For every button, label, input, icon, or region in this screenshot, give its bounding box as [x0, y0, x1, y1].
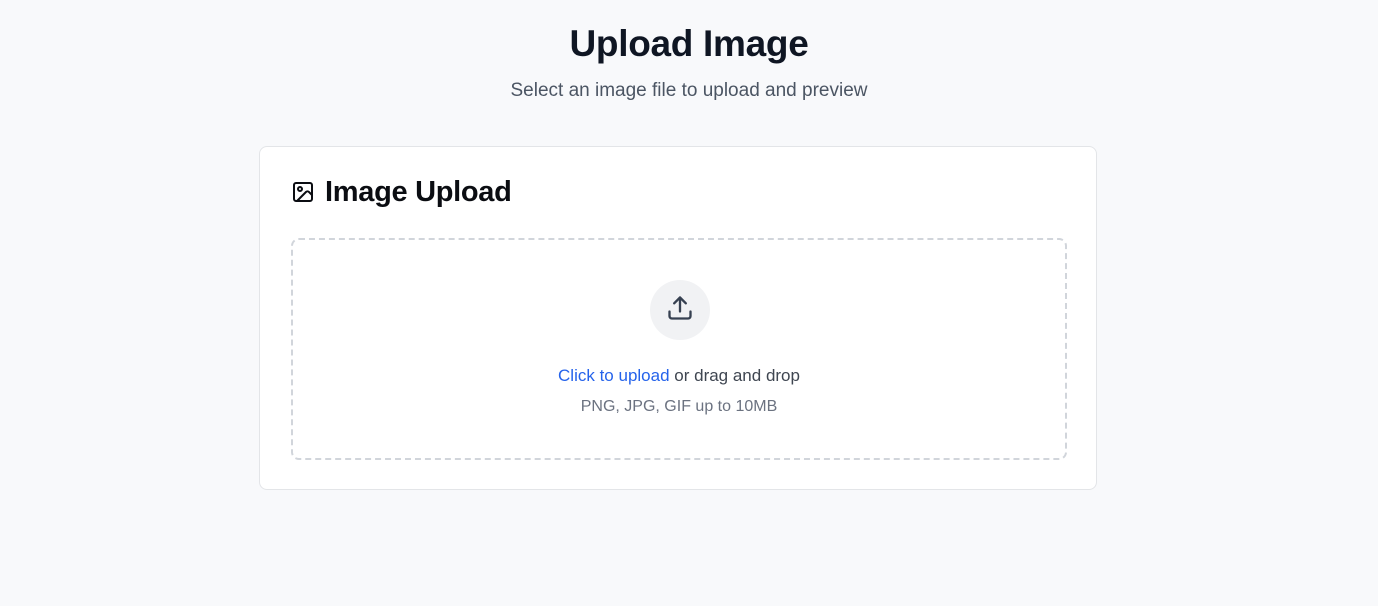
upload-card: Image Upload Click to upload or drag and… [259, 146, 1097, 490]
upload-icon [666, 294, 694, 327]
dropzone-instructions: Click to upload or drag and drop [293, 365, 1065, 387]
click-to-upload-link[interactable]: Click to upload [558, 366, 670, 385]
file-types-hint: PNG, JPG, GIF up to 10MB [580, 398, 778, 415]
upload-icon-circle [650, 280, 710, 340]
drag-and-drop-text: or drag and drop [669, 366, 800, 385]
card-header: Image Upload [291, 175, 512, 209]
page-header: Upload Image Select an image file to upl… [0, 0, 1378, 103]
card-title: Image Upload [325, 176, 512, 208]
page-subtitle: Select an image file to upload and previ… [510, 80, 868, 101]
upload-dropzone[interactable]: Click to upload or drag and drop PNG, JP… [291, 238, 1067, 460]
page-title: Upload Image [569, 23, 809, 64]
image-icon [291, 180, 315, 204]
